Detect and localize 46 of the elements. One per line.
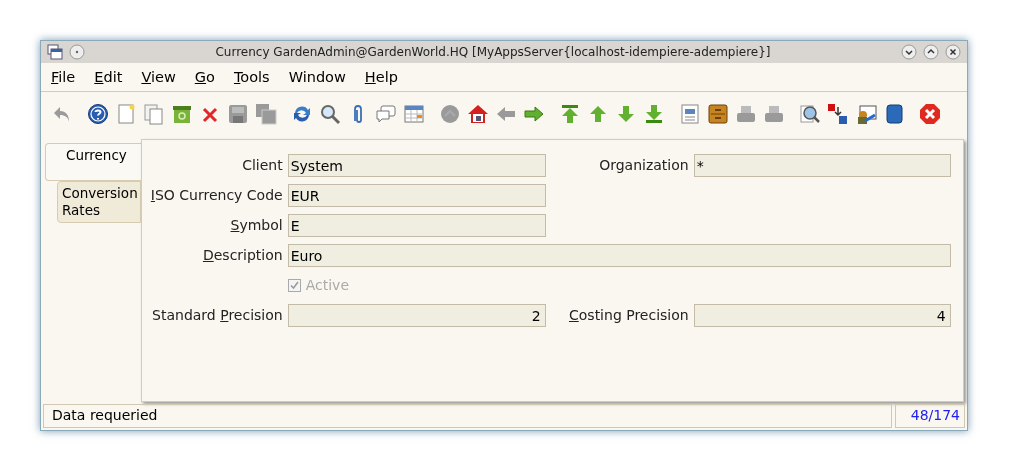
- home-icon[interactable]: [467, 103, 489, 125]
- status-message: Data requeried: [43, 404, 892, 428]
- minimize-icon[interactable]: [901, 44, 917, 60]
- maximize-icon[interactable]: [923, 44, 939, 60]
- help-icon[interactable]: [87, 103, 109, 125]
- chat-icon[interactable]: [375, 103, 397, 125]
- menu-item[interactable]: Go: [194, 69, 215, 85]
- input-field[interactable]: Euro: [287, 243, 951, 267]
- tab[interactable]: Currency: [45, 143, 141, 181]
- menu-item[interactable]: View: [141, 69, 176, 85]
- window-title: Currency GardenAdmin@GardenWorld.HQ [MyAppsServer{localhost-idempiere-adempiere}]: [214, 45, 772, 59]
- field-label: Symbol: [229, 217, 283, 233]
- input-field[interactable]: System: [287, 153, 546, 177]
- close-icon[interactable]: [945, 44, 961, 60]
- field-label: Description: [201, 247, 283, 263]
- field-label: Costing Precision: [568, 307, 689, 323]
- checkbox-label: Active: [305, 277, 349, 293]
- close-icon[interactable]: [919, 103, 941, 125]
- menu-item[interactable]: Help: [364, 69, 398, 85]
- zoom-icon[interactable]: [799, 103, 821, 125]
- copy-icon[interactable]: [143, 103, 165, 125]
- input-field[interactable]: *: [693, 153, 951, 177]
- field-label: Organization: [598, 157, 689, 173]
- first-record-icon[interactable]: [559, 103, 581, 125]
- grid-icon[interactable]: [403, 103, 425, 125]
- process-icon[interactable]: [827, 103, 849, 125]
- trash-icon[interactable]: [171, 103, 193, 125]
- menu-item[interactable]: Tools: [233, 69, 270, 85]
- input-field[interactable]: 2: [287, 303, 546, 327]
- tab[interactable]: Conversion Rates: [57, 181, 141, 223]
- input-field[interactable]: EUR: [287, 183, 546, 207]
- archive-icon[interactable]: [707, 103, 729, 125]
- record-count: 48/174: [895, 404, 965, 428]
- field-label: Standard Precision: [151, 307, 283, 323]
- window-menu-icon[interactable]: [47, 44, 63, 60]
- last-record-icon[interactable]: [643, 103, 665, 125]
- report-icon[interactable]: [679, 103, 701, 125]
- field-label: Client: [241, 157, 283, 173]
- input-field[interactable]: 4: [693, 303, 951, 327]
- menu-item[interactable]: File: [51, 69, 76, 85]
- forward-icon[interactable]: [523, 103, 545, 125]
- search-icon[interactable]: [319, 103, 341, 125]
- menu-item[interactable]: Edit: [94, 69, 123, 85]
- menu-item[interactable]: Window: [288, 69, 346, 85]
- input-field[interactable]: E: [287, 213, 546, 237]
- field-label: ISO Currency Code: [149, 187, 283, 203]
